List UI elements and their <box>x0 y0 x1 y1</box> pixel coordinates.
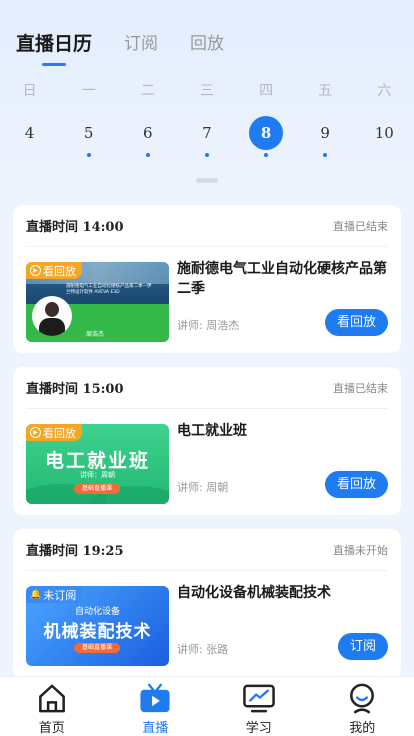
badge-label: 看回放 <box>43 426 76 440</box>
session-teacher: 讲师: 周浩杰 <box>177 319 240 332</box>
thumb-main-text: 电工就业班 <box>44 450 150 472</box>
subscribe-button[interactable]: 订阅 <box>337 633 388 660</box>
session-status: 直播已结束 <box>333 219 388 233</box>
calendar-day-selected[interactable]: 8 <box>237 116 296 160</box>
live-dot <box>382 153 386 157</box>
nav-label: 首页 <box>38 721 65 736</box>
weekday-label: 六 <box>377 83 392 99</box>
live-dot <box>323 153 328 157</box>
session-title[interactable]: 施耐德电气工业自动化硬核产品第二季 <box>177 259 392 299</box>
calendar-days: 4 5 6 7 8 9 10 <box>0 116 414 160</box>
day-number: 6 <box>143 124 153 142</box>
play-icon: ▶ <box>30 265 41 276</box>
watch-replay-button[interactable]: 看回放 <box>324 309 388 336</box>
session-teacher: 讲师: 张路 <box>177 643 229 656</box>
home-icon <box>38 684 65 713</box>
badge-label: 未订阅 <box>43 588 77 602</box>
nav-label: 学习 <box>245 721 272 736</box>
card-header: 直播时间 15:00 直播已结束 <box>26 367 388 409</box>
calendar-day[interactable]: 6 <box>118 116 177 160</box>
speaker-avatar <box>32 296 72 336</box>
nav-item-me[interactable]: 我的 <box>311 677 414 736</box>
thumb-pill: 基础直播课 <box>74 643 120 653</box>
day-number: 7 <box>202 124 212 142</box>
bottom-nav: 首页 直播 学习 我的 <box>0 676 414 736</box>
live-dot <box>264 153 269 157</box>
day-number: 4 <box>24 124 35 142</box>
live-session-card[interactable]: 直播时间 14:00 直播已结束 ▶ 看回放 施耐德电气工业自动化硬核产品第二季—… <box>13 205 401 353</box>
calendar-day[interactable]: 4 <box>0 116 59 160</box>
calendar-day[interactable]: 9 <box>296 116 355 160</box>
calendar-expand-handle[interactable] <box>196 178 218 183</box>
weekday-label: 四 <box>259 83 274 99</box>
monitor-chart-icon <box>242 684 275 713</box>
calendar-day[interactable]: 5 <box>59 116 118 160</box>
weekday-label: 日 <box>22 83 37 99</box>
session-status: 直播未开始 <box>333 543 388 557</box>
thumb-line: 兰特设计软件 AVEVA E3D <box>66 290 120 295</box>
day-number: 8 <box>249 116 284 150</box>
weekday-label: 二 <box>140 83 155 99</box>
thumb-top-text: 自动化设备 <box>74 607 120 617</box>
session-time: 直播时间 14:00 <box>26 220 124 235</box>
tab-subscribe[interactable]: 订阅 <box>124 30 158 58</box>
live-dot <box>28 153 32 157</box>
tab-live-calendar[interactable]: 直播日历 <box>16 30 92 66</box>
day-number: 10 <box>374 124 394 142</box>
nav-item-study[interactable]: 学习 <box>207 677 311 736</box>
live-dot <box>145 153 150 157</box>
session-status: 直播已结束 <box>333 381 388 395</box>
person-icon <box>350 683 375 714</box>
thumb-main-text: 机械装配技术 <box>43 622 152 642</box>
nav-item-live[interactable]: 直播 <box>104 677 208 736</box>
nav-label: 直播 <box>142 721 169 736</box>
session-time: 直播时间 15:00 <box>26 382 124 397</box>
card-header: 直播时间 19:25 直播未开始 <box>26 529 388 571</box>
calendar-day[interactable]: 7 <box>177 116 236 160</box>
session-thumbnail[interactable]: ▶ 看回放 电工就业班 讲师：周朝 基础直播课 <box>26 424 169 504</box>
badge-label: 看回放 <box>43 264 76 278</box>
replay-badge: ▶ 看回放 <box>26 262 82 279</box>
weekday-label: 三 <box>199 83 214 99</box>
speaker-name: 周浩杰 <box>86 331 105 338</box>
replay-badge: ▶ 看回放 <box>26 424 82 441</box>
session-teacher: 讲师: 周朝 <box>177 481 229 494</box>
top-tabs: 直播日历 订阅 回放 <box>16 30 224 66</box>
live-dot <box>86 153 91 157</box>
session-title[interactable]: 自动化设备机械装配技术 <box>177 583 392 603</box>
session-time: 直播时间 19:25 <box>26 544 124 559</box>
day-number: 9 <box>320 124 330 142</box>
session-thumbnail[interactable]: ▶ 看回放 施耐德电气工业自动化硬核产品第二季—伊 兰特设计软件 AVEVA E3D… <box>26 262 169 342</box>
live-session-card[interactable]: 直播时间 19:25 直播未开始 🔔 未订阅 自动化设备 机械装配技术 基础直播课… <box>13 529 401 679</box>
live-session-card[interactable]: 直播时间 15:00 直播已结束 ▶ 看回放 电工就业班 讲师：周朝 基础直播课 … <box>13 367 401 515</box>
tv-icon <box>140 683 170 713</box>
weekday-label: 一 <box>81 83 96 99</box>
thumb-caption: 施耐德电气工业自动化硬核产品第二季—伊 兰特设计软件 AVEVA E3D <box>66 284 152 296</box>
live-dot <box>204 153 209 157</box>
weekday-label: 五 <box>318 83 333 99</box>
unsubscribed-badge: 🔔 未订阅 <box>26 586 83 603</box>
tab-replay[interactable]: 回放 <box>190 30 224 58</box>
thumb-pill: 基础直播课 <box>74 484 120 494</box>
bell-icon: 🔔 <box>30 589 42 600</box>
card-header: 直播时间 14:00 直播已结束 <box>26 205 388 247</box>
weekday-header: 日 一 二 三 四 五 六 <box>0 80 414 100</box>
nav-item-home[interactable]: 首页 <box>0 677 104 736</box>
calendar-day[interactable]: 10 <box>355 116 414 160</box>
day-number: 5 <box>83 124 94 142</box>
play-icon: ▶ <box>30 427 41 438</box>
nav-label: 我的 <box>349 721 376 736</box>
watch-replay-button[interactable]: 看回放 <box>324 471 388 498</box>
session-title[interactable]: 电工就业班 <box>177 421 392 441</box>
session-thumbnail[interactable]: 🔔 未订阅 自动化设备 机械装配技术 基础直播课 <box>26 586 169 666</box>
thumb-sub-text: 讲师：周朝 <box>80 471 115 479</box>
